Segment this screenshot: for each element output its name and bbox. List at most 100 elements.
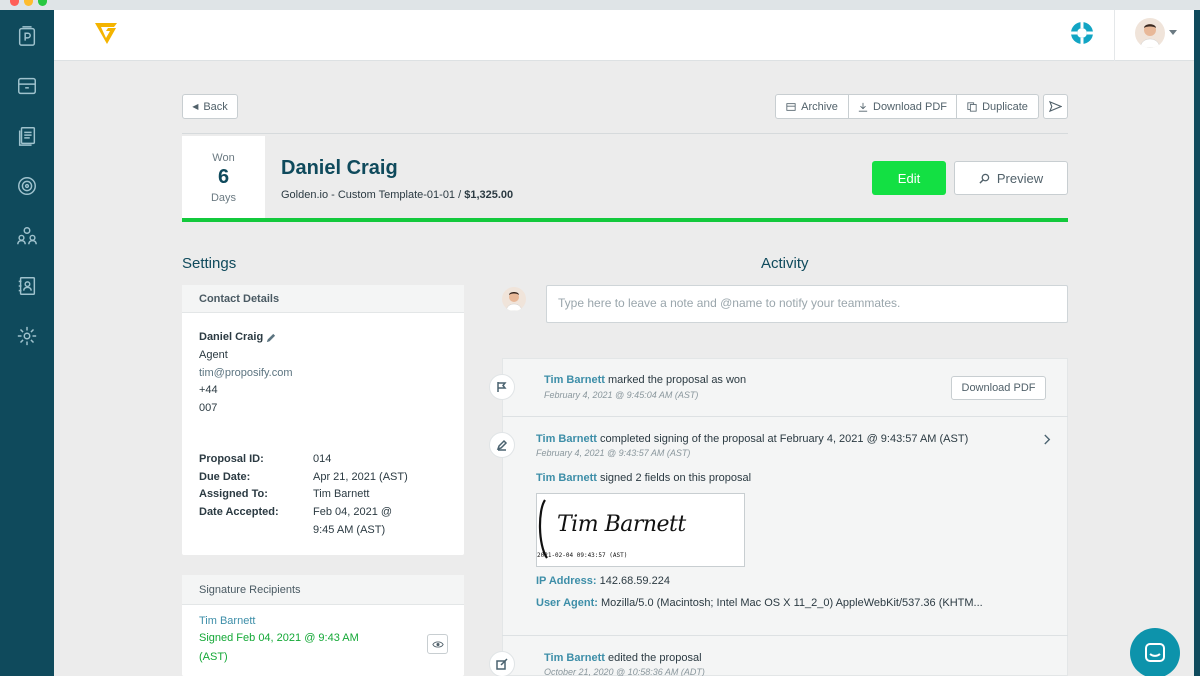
target-icon[interactable] — [15, 174, 39, 198]
activity-actor[interactable]: Tim Barnett — [544, 374, 605, 386]
download-icon — [858, 102, 868, 112]
archive-button[interactable]: Archive — [776, 95, 849, 118]
user-avatar[interactable] — [1135, 18, 1165, 48]
activity-detail: Tim Barnett signed 2 fields on this prop… — [536, 472, 751, 484]
archive-icon[interactable] — [15, 74, 39, 98]
status-label: Won — [212, 152, 235, 164]
close-window-dot[interactable] — [10, 0, 19, 6]
page-title: Daniel Craig — [281, 157, 398, 179]
avatar — [502, 287, 526, 311]
back-button[interactable]: ◀ Back — [182, 94, 238, 119]
date-accepted-label: Date Accepted: — [199, 506, 279, 518]
topbar-divider — [1114, 10, 1115, 61]
activity-text: edited the proposal — [604, 652, 702, 664]
progress-bar — [182, 218, 1068, 222]
activity-title: Activity — [761, 255, 809, 272]
ip-address-label: IP Address: — [536, 575, 597, 587]
edit-icon — [489, 651, 515, 676]
window-titlebar — [0, 0, 1200, 10]
minimize-window-dot[interactable] — [24, 0, 33, 6]
signature-status-line1: Signed Feb 04, 2021 @ 9:43 AM — [199, 632, 359, 644]
contact-email[interactable]: tim@proposify.com — [199, 367, 292, 379]
signature-recipient-name[interactable]: Tim Barnett — [199, 615, 255, 627]
activity-actor[interactable]: Tim Barnett — [536, 433, 597, 445]
contact-details-heading: Contact Details — [182, 285, 464, 313]
proposal-amount: $1,325.00 — [464, 189, 514, 201]
duplicate-button[interactable]: Duplicate — [957, 95, 1038, 118]
note-input[interactable]: Type here to leave a note and @name to n… — [546, 285, 1068, 323]
contact-role: Agent — [199, 349, 228, 361]
view-signature-button[interactable] — [427, 634, 448, 654]
signature-stamp: 2021-02-04 09:43:57 (AST) — [537, 552, 628, 559]
due-date-value: Apr 21, 2021 (AST) — [313, 471, 408, 483]
chat-icon — [1145, 643, 1165, 662]
chevron-down-icon[interactable] — [1169, 30, 1177, 35]
chevron-right-icon[interactable] — [1043, 432, 1052, 450]
download-pdf-label: Download PDF — [873, 100, 947, 113]
send-icon — [1049, 100, 1062, 113]
activity-actor[interactable]: Tim Barnett — [536, 472, 597, 484]
settings-title: Settings — [182, 255, 237, 272]
status-unit: Days — [210, 192, 237, 204]
assigned-to-label: Assigned To: — [199, 488, 268, 500]
lifebuoy-icon[interactable] — [1069, 20, 1095, 46]
gear-icon[interactable] — [15, 324, 39, 348]
flag-icon — [489, 374, 515, 400]
search-icon — [979, 173, 990, 184]
date-accepted-line1: Feb 04, 2021 @ — [313, 506, 393, 518]
assigned-to-value: Tim Barnett — [313, 488, 370, 500]
activity-text: signed 2 fields on this proposal — [596, 472, 752, 484]
template-name: Golden.io - Custom Template-01-01 / — [281, 189, 462, 201]
contact-phone-line1: +44 — [199, 384, 218, 396]
pen-icon — [489, 432, 515, 458]
activity-text: marked the proposal as won — [604, 374, 747, 386]
pencil-icon[interactable] — [265, 331, 276, 349]
user-agent-value: Mozilla/5.0 (Macintosh; Intel Mac OS X 1… — [601, 597, 983, 609]
date-accepted-line2: 9:45 AM (AST) — [313, 524, 386, 536]
activity-timestamp: October 21, 2020 @ 10:58:36 AM (ADT) — [544, 667, 705, 676]
proposal-actions-group: Archive Download PDF Duplicate — [775, 94, 1039, 119]
archive-icon — [786, 102, 796, 111]
proposal-id-value: 014 — [313, 453, 332, 465]
zoom-window-dot[interactable] — [38, 0, 47, 6]
status-badge: Won 6 Days — [182, 136, 265, 220]
preview-button[interactable]: Preview — [954, 161, 1068, 195]
activity-actor[interactable]: Tim Barnett — [544, 652, 605, 664]
app-logo[interactable] — [92, 20, 120, 46]
proposal-subtitle: Golden.io - Custom Template-01-01 / $1,3… — [281, 189, 513, 201]
contact-name: Daniel Craig — [199, 331, 264, 343]
preview-label: Preview — [996, 170, 1044, 186]
activity-item-signed: Tim Barnett completed signing of the pro… — [536, 433, 968, 445]
activity-divider — [502, 635, 1068, 636]
archive-label: Archive — [801, 100, 838, 113]
signature-status-line2: (AST) — [199, 651, 228, 663]
ip-address-value: 142.68.59.224 — [599, 575, 670, 587]
signature-text: Tim Barnett — [557, 512, 686, 537]
back-button-label: Back — [203, 100, 228, 113]
documents-icon[interactable] — [15, 124, 39, 148]
duplicate-label: Duplicate — [982, 100, 1028, 113]
user-agent-label: User Agent: — [536, 597, 598, 609]
contacts-icon[interactable] — [15, 274, 39, 298]
left-nav-rail — [0, 10, 54, 676]
download-pdf-button[interactable]: Download PDF — [849, 95, 957, 118]
activity-item-edited: Tim Barnett edited the proposal — [544, 652, 702, 664]
proposals-icon[interactable] — [15, 24, 39, 48]
edit-button[interactable]: Edit — [872, 161, 946, 195]
activity-timestamp: February 4, 2021 @ 9:43:57 AM (AST) — [536, 448, 691, 458]
due-date-label: Due Date: — [199, 471, 251, 483]
contact-phone-line2: 007 — [199, 402, 218, 414]
team-icon[interactable] — [15, 224, 39, 248]
activity-download-pdf-button[interactable]: Download PDF — [951, 376, 1046, 400]
toolbar-divider — [182, 133, 1068, 134]
duplicate-icon — [967, 101, 977, 112]
signature-image: Tim Barnett 2021-02-04 09:43:57 (AST) — [536, 493, 745, 567]
status-count: 6 — [217, 166, 230, 188]
chat-launcher-button[interactable] — [1130, 628, 1180, 676]
activity-divider — [502, 416, 1068, 417]
activity-text: completed signing of the proposal at Feb… — [596, 433, 969, 445]
right-edge-strip — [1194, 10, 1200, 676]
user-agent: User Agent: Mozilla/5.0 (Macintosh; Inte… — [536, 597, 983, 609]
send-button[interactable] — [1043, 94, 1068, 119]
top-bar — [54, 10, 1194, 61]
